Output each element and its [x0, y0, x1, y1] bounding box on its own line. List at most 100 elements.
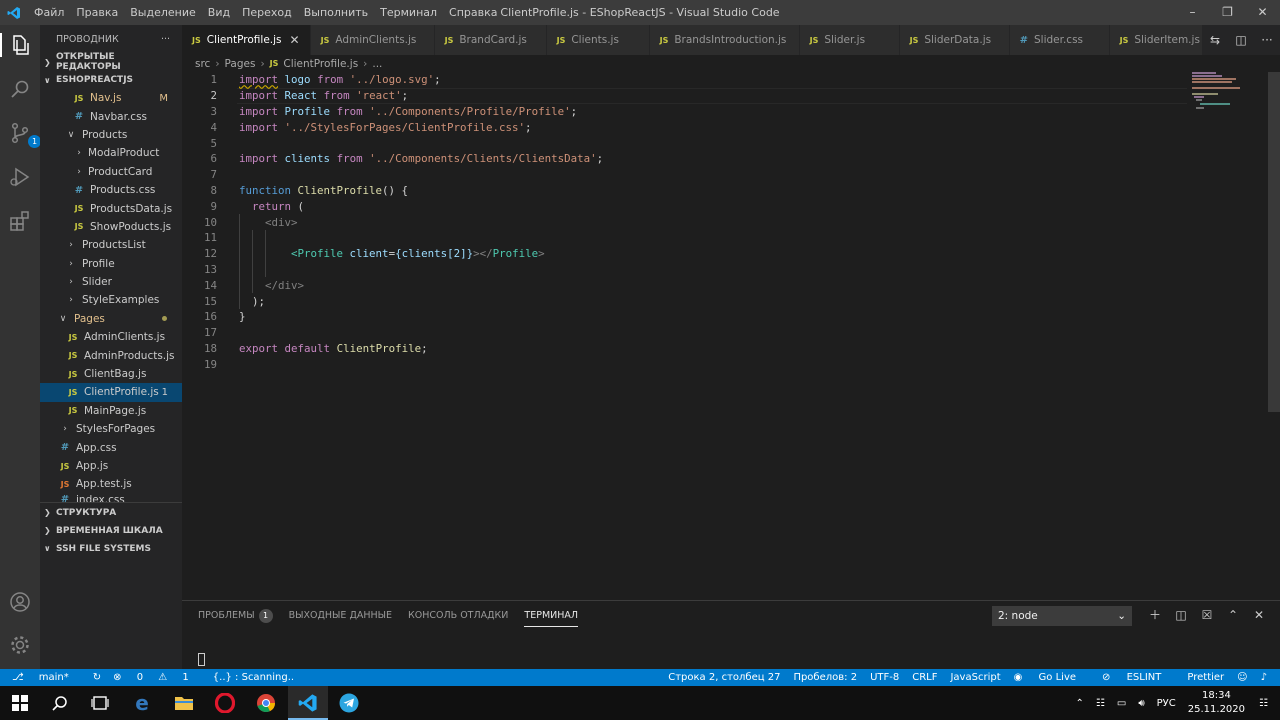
account-icon[interactable] — [8, 590, 32, 614]
tab-problems[interactable]: ПРОБЛЕМЫ 1 — [198, 609, 273, 627]
maximize-panel-icon[interactable]: ⌃ — [1220, 605, 1246, 625]
more-actions-icon[interactable]: ··· — [161, 34, 170, 45]
tree-folder-products[interactable]: ∨ Products — [40, 126, 182, 144]
tab-slider-css[interactable]: # Slider.css — [1009, 25, 1110, 55]
menu-run[interactable]: Выполнить — [298, 0, 374, 25]
close-window-icon[interactable]: ✕ — [1245, 0, 1280, 25]
tab-slider[interactable]: JS Slider.js — [799, 25, 900, 55]
tree-item-nav-js[interactable]: JS Nav.js M — [40, 89, 182, 107]
tree-item-app-js[interactable]: JS App.js — [40, 457, 182, 475]
file-explorer-icon[interactable] — [172, 691, 196, 715]
editor-scrollbar[interactable] — [1268, 72, 1280, 412]
menu-go[interactable]: Переход — [236, 0, 298, 25]
tree-item-clientprofile-js[interactable]: JS ClientProfile.js 1 — [40, 383, 182, 402]
notifications-icon[interactable]: ☷ — [1259, 698, 1268, 709]
tree-item-adminclients-js[interactable]: JS AdminClients.js — [40, 328, 182, 346]
search-icon[interactable] — [48, 691, 72, 715]
prettier-status[interactable]: Prettier — [1187, 672, 1224, 683]
bell-icon[interactable]: ♪ — [1261, 672, 1267, 683]
tree-item-app-test-js[interactable]: JS App.test.js — [40, 475, 182, 493]
tree-item-adminproducts-js[interactable]: JS AdminProducts.js — [40, 346, 182, 364]
section-timeline[interactable]: ❯ ВРЕМЕННАЯ ШКАЛА — [40, 522, 182, 540]
tab-debug-console[interactable]: КОНСОЛЬ ОТЛАДКИ — [408, 609, 508, 627]
menu-view[interactable]: Вид — [202, 0, 236, 25]
breadcrumb-item[interactable]: Pages — [225, 58, 256, 70]
split-terminal-icon[interactable]: ◫ — [1168, 605, 1194, 625]
close-panel-icon[interactable]: ✕ — [1246, 605, 1272, 625]
show-hidden-icons-icon[interactable]: ⌃ — [1076, 698, 1084, 709]
tree-folder-productcard[interactable]: › ProductCard — [40, 163, 182, 181]
new-terminal-icon[interactable]: ＋ — [1142, 605, 1168, 625]
cursor-position[interactable]: Строка 2, столбец 27 — [668, 672, 780, 683]
tree-item-index-css[interactable]: # index.css — [40, 494, 182, 502]
tree-folder-stylesforpages[interactable]: › StylesForPages — [40, 420, 182, 438]
line-ending[interactable]: CRLF — [912, 672, 937, 683]
terminal-select[interactable]: 2: node ⌄ — [992, 606, 1132, 626]
tab-brandcard[interactable]: JS BrandCard.js — [434, 25, 547, 55]
edge-browser-icon[interactable]: e — [130, 691, 154, 715]
tree-folder-modalproduct[interactable]: › ModalProduct — [40, 144, 182, 162]
tree-item-clientbag-js[interactable]: JS ClientBag.js — [40, 365, 182, 383]
more-actions-icon[interactable]: ··· — [1254, 33, 1280, 47]
battery-icon[interactable]: ▭ — [1117, 698, 1126, 709]
telegram-icon[interactable] — [337, 691, 361, 715]
tab-terminal[interactable]: ТЕРМИНАЛ — [524, 609, 579, 627]
gear-icon[interactable] — [8, 633, 32, 657]
windows-start-icon[interactable] — [8, 691, 32, 715]
vscode-taskbar-icon[interactable] — [296, 691, 320, 715]
tab-output[interactable]: ВЫХОДНЫЕ ДАННЫЕ — [289, 609, 392, 627]
section-open-editors[interactable]: ❯ ОТКРЫТЫЕ РЕДАКТОРЫ — [40, 52, 182, 72]
volume-icon[interactable]: 🔊︎ — [1138, 698, 1144, 709]
minimize-icon[interactable]: – — [1175, 0, 1210, 25]
tab-clientprofile[interactable]: JS ClientProfile.js ✕ — [182, 25, 311, 55]
menu-selection[interactable]: Выделение — [124, 0, 202, 25]
breadcrumb-item[interactable]: ... — [372, 58, 382, 70]
breadcrumb-item[interactable]: ClientProfile.js — [283, 58, 358, 70]
clock[interactable]: 18:34 25.11.2020 — [1188, 689, 1245, 717]
tree-folder-slider[interactable]: › Slider — [40, 273, 182, 291]
split-editor-icon[interactable]: ◫ — [1228, 33, 1254, 47]
eslint-status[interactable]: ⊘ ESLINT — [1102, 672, 1174, 683]
tree-folder-productslist[interactable]: › ProductsList — [40, 236, 182, 254]
breadcrumb-item[interactable]: src — [195, 58, 210, 70]
menu-terminal[interactable]: Терминал — [374, 0, 443, 25]
tab-sliderdata[interactable]: JS SliderData.js — [899, 25, 1010, 55]
go-live-button[interactable]: ◉ Go Live — [1014, 672, 1089, 683]
branch-indicator[interactable]: ⎇ main* — [12, 672, 81, 683]
menu-edit[interactable]: Правка — [70, 0, 124, 25]
input-language[interactable]: РУС — [1157, 698, 1176, 709]
feedback-icon[interactable]: ☺ — [1237, 672, 1247, 683]
tree-folder-styleexamples[interactable]: › StyleExamples — [40, 291, 182, 309]
restore-icon[interactable]: ❐ — [1210, 0, 1245, 25]
chrome-browser-icon[interactable] — [254, 691, 278, 715]
encoding[interactable]: UTF-8 — [870, 672, 899, 683]
tab-clients[interactable]: JS Clients.js — [546, 25, 650, 55]
source-control-icon[interactable]: 1 — [8, 121, 41, 148]
tree-item-productsdata-js[interactable]: JS ProductsData.js — [40, 199, 182, 217]
tab-adminclients[interactable]: JS AdminClients.js — [310, 25, 435, 55]
run-debug-icon[interactable] — [8, 165, 32, 189]
tab-brandsintroduction[interactable]: JS BrandsIntroduction.js — [649, 25, 800, 55]
compare-icon[interactable]: ⇆ — [1202, 33, 1228, 47]
tree-item-mainpage-js[interactable]: JS MainPage.js — [40, 402, 182, 420]
task-view-icon[interactable] — [88, 691, 112, 715]
tree-folder-profile[interactable]: › Profile — [40, 255, 182, 273]
trash-icon[interactable]: ☒ — [1194, 605, 1220, 625]
problems-indicator[interactable]: ⊗ 0 ⚠ 1 — [113, 672, 201, 683]
tree-item-app-css[interactable]: # App.css — [40, 438, 182, 456]
opera-browser-icon[interactable] — [213, 691, 237, 715]
minimap[interactable] — [1192, 72, 1268, 112]
tree-folder-pages[interactable]: ∨ Pages — [40, 310, 182, 328]
explorer-icon[interactable] — [8, 33, 32, 57]
extensions-icon[interactable] — [8, 209, 32, 233]
code-editor[interactable]: 1 import logo from '../logo.svg'; 2 impo… — [182, 72, 1280, 600]
tree-item-navbar-css[interactable]: # Navbar.css — [40, 107, 182, 125]
close-tab-icon[interactable]: ✕ — [290, 33, 300, 47]
network-icon[interactable]: ☷ — [1096, 698, 1105, 709]
section-ssh[interactable]: ∨ SSH FILE SYSTEMS — [40, 540, 182, 558]
menu-help[interactable]: Справка — [443, 0, 503, 25]
language-mode[interactable]: JavaScript — [950, 672, 1000, 683]
scanning-status[interactable]: {..} : Scanning.. — [213, 672, 294, 683]
tree-item-products-css[interactable]: # Products.css — [40, 181, 182, 199]
terminal-cursor[interactable] — [198, 653, 205, 666]
